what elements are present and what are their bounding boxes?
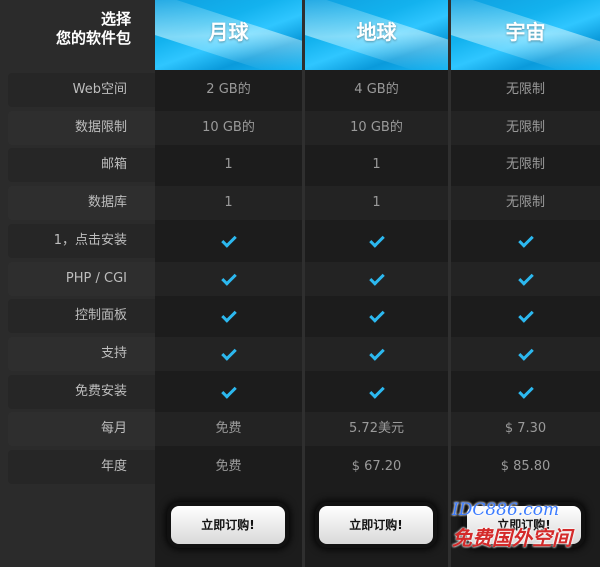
pricing-table: 选择 您的软件包 月球 地球 宇宙 Web空间 2 GB的 4 GB的 无限制 数据限制…	[0, 0, 600, 567]
feature-cell	[305, 262, 448, 296]
feature-cell	[155, 224, 302, 258]
feature-cell	[451, 262, 600, 296]
value-cell: $ 67.20	[305, 450, 448, 484]
value-cell: 1	[305, 186, 448, 220]
value-cell: 10 GB的	[155, 111, 302, 145]
table-row: Web空间 2 GB的 4 GB的 无限制	[0, 72, 600, 108]
value-cell: 无限制	[451, 186, 600, 220]
row-label: Web空间	[8, 73, 155, 107]
table-row: PHP / CGI	[0, 261, 600, 297]
row-label: 数据库	[8, 186, 155, 220]
value-cell: 1	[305, 148, 448, 182]
table-row: 数据库 1 1 无限制	[0, 185, 600, 221]
heading-line-2: 您的软件包	[55, 29, 131, 47]
checkmark-icon	[220, 345, 237, 361]
plan-name: 地球	[356, 20, 397, 44]
checkmark-icon	[368, 232, 385, 248]
choose-package-heading: 选择 您的软件包	[0, 0, 155, 70]
feature-cell	[451, 224, 600, 258]
table-row: 数据限制 10 GB的 10 GB的 无限制	[0, 110, 600, 146]
checkmark-icon	[368, 345, 385, 361]
row-label: 年度	[8, 450, 155, 484]
checkmark-icon	[368, 307, 385, 323]
order-now-button-universe[interactable]: 立即订购!	[467, 506, 581, 544]
row-label: 1，点击安装	[8, 224, 155, 258]
table-row: 支持	[0, 336, 600, 372]
feature-cell	[305, 375, 448, 409]
checkmark-icon	[517, 345, 534, 361]
row-label: 支持	[8, 337, 155, 371]
row-label: 控制面板	[8, 299, 155, 333]
value-cell: 1	[155, 148, 302, 182]
row-label: 每月	[8, 412, 155, 446]
value-cell: 4 GB的	[305, 73, 448, 107]
value-cell: 无限制	[451, 111, 600, 145]
feature-cell	[155, 262, 302, 296]
value-cell: $ 7.30	[451, 412, 600, 446]
table-row: 1，点击安装	[0, 223, 600, 259]
feature-cell	[155, 337, 302, 371]
checkmark-icon	[220, 383, 237, 399]
feature-cell	[305, 337, 448, 371]
checkmark-icon	[220, 232, 237, 248]
feature-cell	[305, 299, 448, 333]
row-label: 免费安装	[8, 375, 155, 409]
value-cell: 无限制	[451, 73, 600, 107]
checkmark-icon	[220, 307, 237, 323]
plan-header-earth: 地球	[305, 0, 448, 70]
row-label: 邮箱	[8, 148, 155, 182]
value-cell: 5.72美元	[305, 412, 448, 446]
row-label: PHP / CGI	[8, 262, 155, 296]
value-cell: 2 GB的	[155, 73, 302, 107]
value-cell: $ 85.80	[451, 450, 600, 484]
order-now-button-moon[interactable]: 立即订购!	[171, 506, 285, 544]
feature-cell	[155, 299, 302, 333]
plan-name: 宇宙	[505, 20, 546, 44]
value-cell: 1	[155, 186, 302, 220]
table-row: 控制面板	[0, 298, 600, 334]
feature-cell	[451, 299, 600, 333]
table-row: 邮箱 1 1 无限制	[0, 147, 600, 183]
checkmark-icon	[517, 270, 534, 286]
checkmark-icon	[517, 383, 534, 399]
plan-header-universe: 宇宙	[451, 0, 600, 70]
feature-cell	[155, 375, 302, 409]
value-cell: 无限制	[451, 148, 600, 182]
checkmark-icon	[517, 307, 534, 323]
checkmark-icon	[220, 270, 237, 286]
feature-cell	[451, 337, 600, 371]
value-cell: 10 GB的	[305, 111, 448, 145]
table-row: 免费安装	[0, 374, 600, 410]
feature-cell	[305, 224, 448, 258]
table-row: 每月 免费 5.72美元 $ 7.30	[0, 411, 600, 447]
plan-name: 月球	[208, 20, 249, 44]
order-now-button-earth[interactable]: 立即订购!	[319, 506, 433, 544]
checkmark-icon	[368, 270, 385, 286]
heading-line-1: 选择	[100, 10, 131, 28]
value-cell: 免费	[155, 450, 302, 484]
plan-header-moon: 月球	[155, 0, 302, 70]
checkmark-icon	[368, 383, 385, 399]
table-row: 年度 免费 $ 67.20 $ 85.80	[0, 449, 600, 485]
value-cell: 免费	[155, 412, 302, 446]
row-label: 数据限制	[8, 111, 155, 145]
feature-cell	[451, 375, 600, 409]
checkmark-icon	[517, 232, 534, 248]
